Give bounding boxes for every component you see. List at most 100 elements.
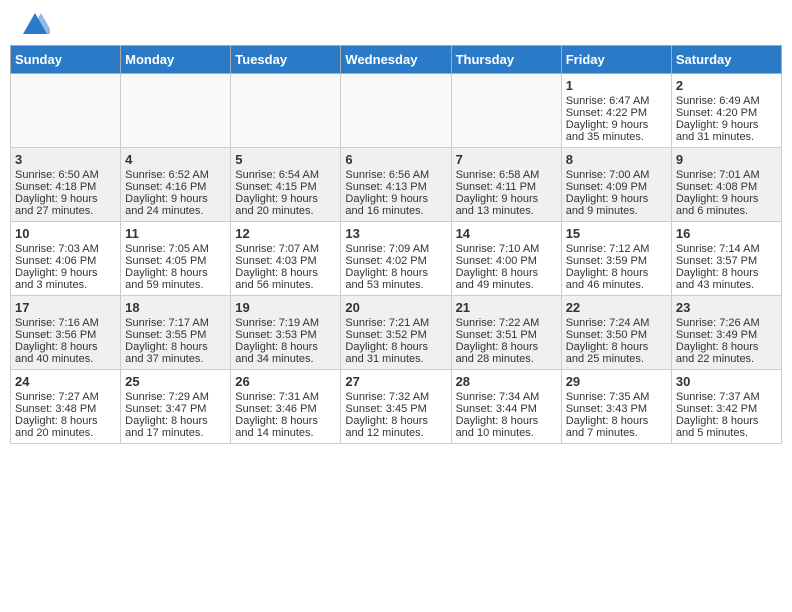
day-info: Daylight: 9 hours and 27 minutes.	[15, 193, 98, 217]
day-number: 22	[566, 300, 667, 315]
day-info: Sunrise: 7:26 AM	[676, 317, 760, 329]
day-info: Sunrise: 7:16 AM	[15, 317, 99, 329]
col-sunday: Sunday	[11, 46, 121, 74]
day-info: Daylight: 8 hours and 31 minutes.	[345, 341, 428, 365]
day-info: Sunset: 4:05 PM	[125, 255, 206, 267]
day-info: Sunrise: 7:22 AM	[456, 317, 540, 329]
day-cell: 21Sunrise: 7:22 AMSunset: 3:51 PMDayligh…	[451, 296, 561, 370]
day-info: Sunrise: 7:07 AM	[235, 243, 319, 255]
day-info: Sunset: 3:55 PM	[125, 329, 206, 341]
day-info: Sunrise: 7:05 AM	[125, 243, 209, 255]
day-cell: 13Sunrise: 7:09 AMSunset: 4:02 PMDayligh…	[341, 222, 451, 296]
day-info: Daylight: 8 hours and 14 minutes.	[235, 415, 318, 439]
day-info: Sunset: 4:16 PM	[125, 181, 206, 193]
day-info: Sunset: 4:09 PM	[566, 181, 647, 193]
day-info: Sunset: 4:00 PM	[456, 255, 537, 267]
day-info: Sunset: 4:20 PM	[676, 107, 757, 119]
calendar-container: Sunday Monday Tuesday Wednesday Thursday…	[0, 45, 792, 454]
day-info: Daylight: 8 hours and 22 minutes.	[676, 341, 759, 365]
day-cell: 27Sunrise: 7:32 AMSunset: 3:45 PMDayligh…	[341, 370, 451, 444]
day-number: 10	[15, 226, 116, 241]
day-info: Daylight: 8 hours and 34 minutes.	[235, 341, 318, 365]
day-number: 25	[125, 374, 226, 389]
day-number: 13	[345, 226, 446, 241]
day-cell: 9Sunrise: 7:01 AMSunset: 4:08 PMDaylight…	[671, 148, 781, 222]
col-friday: Friday	[561, 46, 671, 74]
day-info: Sunrise: 7:27 AM	[15, 391, 99, 403]
day-info: Sunrise: 7:12 AM	[566, 243, 650, 255]
day-number: 19	[235, 300, 336, 315]
day-info: Daylight: 9 hours and 31 minutes.	[676, 119, 759, 143]
day-info: Daylight: 8 hours and 37 minutes.	[125, 341, 208, 365]
day-number: 11	[125, 226, 226, 241]
day-info: Sunrise: 7:35 AM	[566, 391, 650, 403]
day-number: 3	[15, 152, 116, 167]
day-info: Daylight: 9 hours and 16 minutes.	[345, 193, 428, 217]
day-info: Daylight: 8 hours and 10 minutes.	[456, 415, 539, 439]
day-info: Sunrise: 7:10 AM	[456, 243, 540, 255]
day-cell: 25Sunrise: 7:29 AMSunset: 3:47 PMDayligh…	[121, 370, 231, 444]
day-number: 15	[566, 226, 667, 241]
day-info: Sunset: 3:50 PM	[566, 329, 647, 341]
day-info: Sunset: 4:15 PM	[235, 181, 316, 193]
day-info: Sunset: 3:47 PM	[125, 403, 206, 415]
day-info: Sunrise: 7:09 AM	[345, 243, 429, 255]
day-info: Daylight: 8 hours and 49 minutes.	[456, 267, 539, 291]
day-cell: 14 Sunrise: 7:10 AMSunset: 4:00 PMDayligh…	[451, 222, 561, 296]
week-row-0: 1Sunrise: 6:47 AMSunset: 4:22 PMDaylight…	[11, 74, 782, 148]
day-number: 8	[566, 152, 667, 167]
day-info: Sunrise: 7:29 AM	[125, 391, 209, 403]
day-info: Sunset: 3:48 PM	[15, 403, 96, 415]
day-info: Daylight: 8 hours and 53 minutes.	[345, 267, 428, 291]
day-info: Sunset: 4:22 PM	[566, 107, 647, 119]
day-cell: 20Sunrise: 7:21 AMSunset: 3:52 PMDayligh…	[341, 296, 451, 370]
day-number: 5	[235, 152, 336, 167]
day-info: Sunset: 4:03 PM	[235, 255, 316, 267]
day-info: Sunset: 3:59 PM	[566, 255, 647, 267]
day-info: Sunrise: 7:19 AM	[235, 317, 319, 329]
day-info: Sunset: 3:51 PM	[456, 329, 537, 341]
day-number: 12	[235, 226, 336, 241]
day-info: Sunrise: 7:01 AM	[676, 169, 760, 181]
day-info: Sunset: 4:13 PM	[345, 181, 426, 193]
day-cell	[121, 74, 231, 148]
day-number: 9	[676, 152, 777, 167]
week-row-1: 3Sunrise: 6:50 AMSunset: 4:18 PMDaylight…	[11, 148, 782, 222]
logo-icon	[20, 10, 50, 40]
day-cell: 30Sunrise: 7:37 AMSunset: 3:42 PMDayligh…	[671, 370, 781, 444]
day-number: 18	[125, 300, 226, 315]
day-cell: 8Sunrise: 7:00 AMSunset: 4:09 PMDaylight…	[561, 148, 671, 222]
day-info: Sunrise: 6:52 AM	[125, 169, 209, 181]
day-info: Sunset: 3:56 PM	[15, 329, 96, 341]
day-info: Daylight: 9 hours and 35 minutes.	[566, 119, 649, 143]
day-info: Daylight: 8 hours and 40 minutes.	[15, 341, 98, 365]
col-monday: Monday	[121, 46, 231, 74]
day-cell: 22Sunrise: 7:24 AMSunset: 3:50 PMDayligh…	[561, 296, 671, 370]
day-info: Daylight: 8 hours and 20 minutes.	[15, 415, 98, 439]
day-info: Sunset: 3:44 PM	[456, 403, 537, 415]
week-row-4: 24Sunrise: 7:27 AMSunset: 3:48 PMDayligh…	[11, 370, 782, 444]
day-info: Sunrise: 7:34 AM	[456, 391, 540, 403]
day-info: Sunset: 3:57 PM	[676, 255, 757, 267]
day-number: 17	[15, 300, 116, 315]
day-cell: 19Sunrise: 7:19 AMSunset: 3:53 PMDayligh…	[231, 296, 341, 370]
day-info: Daylight: 8 hours and 46 minutes.	[566, 267, 649, 291]
day-number: 24	[15, 374, 116, 389]
day-info: Sunrise: 6:56 AM	[345, 169, 429, 181]
day-number: 16	[676, 226, 777, 241]
day-number: 28	[456, 374, 557, 389]
day-info: Daylight: 9 hours and 6 minutes.	[676, 193, 759, 217]
day-cell: 15 Sunrise: 7:12 AMSunset: 3:59 PMDayligh…	[561, 222, 671, 296]
day-cell: 24 Sunrise: 7:27 AMSunset: 3:48 PMDayligh…	[11, 370, 121, 444]
day-number: 20	[345, 300, 446, 315]
day-cell	[231, 74, 341, 148]
day-number: 21	[456, 300, 557, 315]
day-cell: 10Sunrise: 7:03 AMSunset: 4:06 PMDayligh…	[11, 222, 121, 296]
day-number: 14	[456, 226, 557, 241]
col-tuesday: Tuesday	[231, 46, 341, 74]
day-cell: 28 Sunrise: 7:34 AMSunset: 3:44 PMDayligh…	[451, 370, 561, 444]
day-number: 6	[345, 152, 446, 167]
day-cell: 3Sunrise: 6:50 AMSunset: 4:18 PMDaylight…	[11, 148, 121, 222]
day-number: 27	[345, 374, 446, 389]
day-cell: 6 Sunrise: 6:56 AMSunset: 4:13 PMDaylight…	[341, 148, 451, 222]
